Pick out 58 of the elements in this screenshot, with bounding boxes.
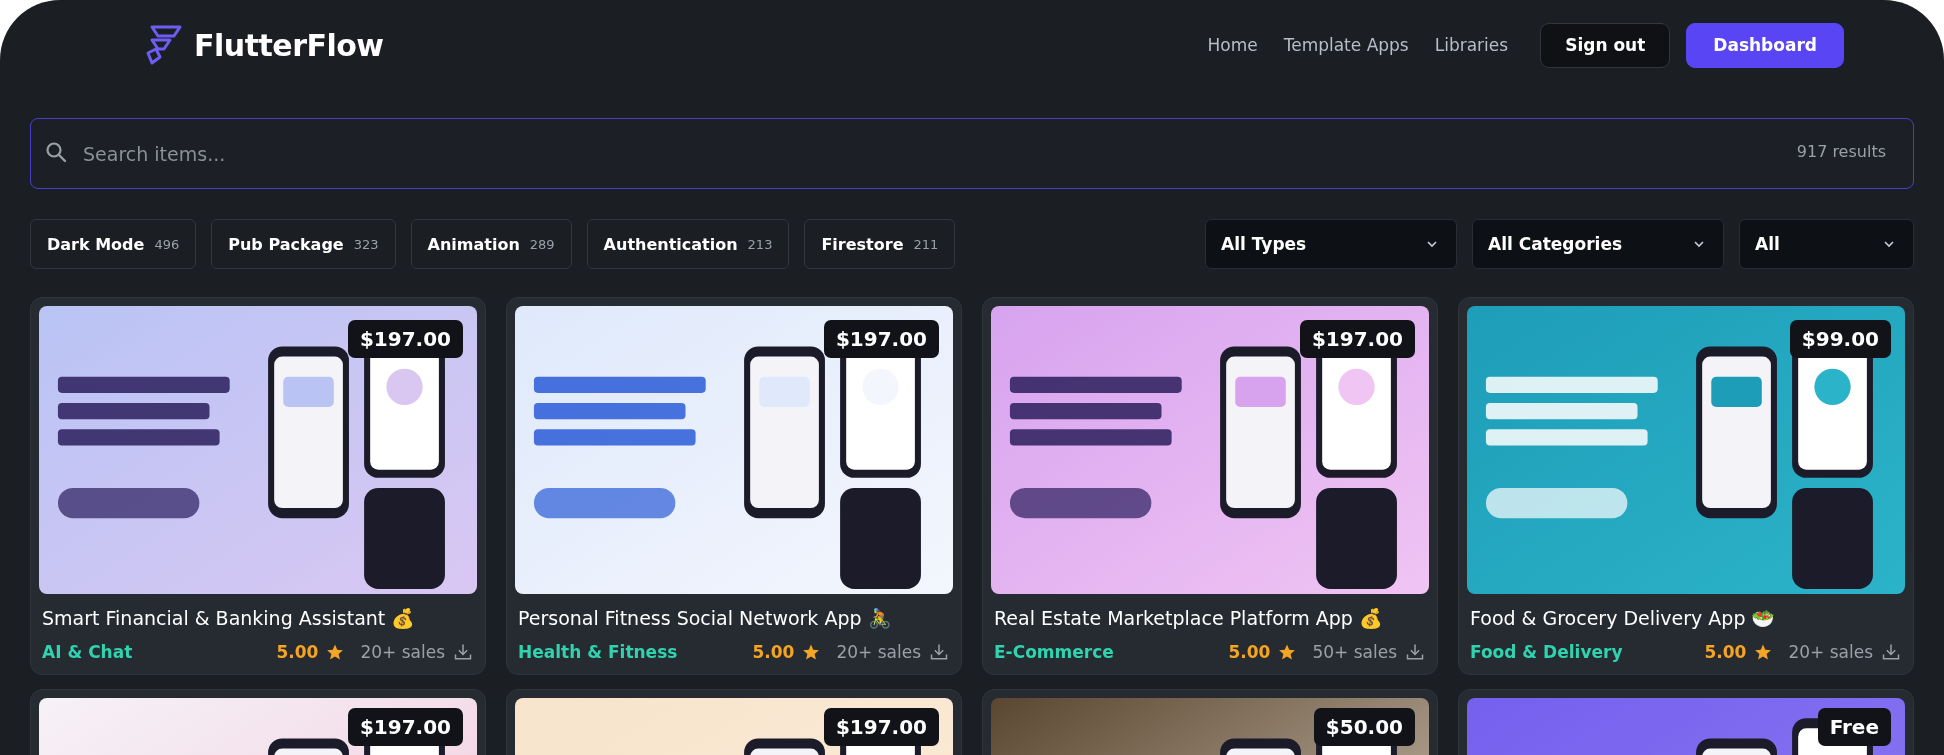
- rating-value: 5.00: [276, 642, 319, 662]
- filter-dropdown[interactable]: All Categories: [1472, 219, 1724, 269]
- price-badge: $197.00: [823, 708, 939, 746]
- category-link[interactable]: Food & Delivery: [1470, 642, 1697, 662]
- download-icon: [1881, 642, 1901, 662]
- star-icon: [1278, 643, 1297, 661]
- template-card[interactable]: $99.00 Food & Grocery Delivery App 🥗 Food & Delivery 5.00 20+ sales: [1458, 297, 1914, 675]
- tag-chip[interactable]: Pub Package 323: [211, 219, 396, 269]
- filter-dropdown[interactable]: All Types: [1205, 219, 1457, 269]
- tag-chip[interactable]: Firestore 211: [804, 219, 956, 269]
- category-link[interactable]: AI & Chat: [42, 642, 269, 662]
- tag-chip[interactable]: Animation 289: [410, 219, 572, 269]
- category-link[interactable]: Health & Fitness: [518, 642, 745, 662]
- chevron-down-icon: [1883, 240, 1895, 248]
- template-card[interactable]: $197.00 Personal Fitness Social Network App 🚴 Health & Fitness 5.00 20+ sales: [506, 297, 962, 675]
- template-card[interactable]: Free: [1458, 689, 1914, 755]
- sign-out-button[interactable]: Sign out: [1540, 22, 1671, 68]
- template-card[interactable]: $197.00 Smart Financial & Banking Assistant 💰 AI & Chat 5.00 20+ sales: [30, 297, 486, 675]
- star-icon: [802, 643, 821, 661]
- card-title: Personal Fitness Social Network App 🚴: [518, 607, 893, 630]
- price-badge: $197.00: [347, 320, 463, 358]
- dashboard-button[interactable]: Dashboard: [1686, 22, 1844, 68]
- card-title: Smart Financial & Banking Assistant 💰: [42, 607, 417, 630]
- category-link[interactable]: E-Commerce: [994, 642, 1221, 662]
- price-badge: $197.00: [347, 708, 463, 746]
- sales-count: 50+ sales: [1312, 642, 1397, 662]
- filter-dropdown[interactable]: All: [1739, 219, 1914, 269]
- price-badge: Free: [1817, 708, 1891, 746]
- chevron-down-icon: [1426, 240, 1438, 248]
- download-icon: [929, 642, 949, 662]
- star-icon: [1754, 643, 1773, 661]
- nav-link[interactable]: Template Apps: [1283, 35, 1409, 55]
- star-icon: [326, 643, 345, 661]
- price-badge: $197.00: [823, 320, 939, 358]
- card-title: Food & Grocery Delivery App 🥗: [1470, 607, 1777, 630]
- sales-count: 20+ sales: [836, 642, 921, 662]
- nav-link[interactable]: Home: [1207, 35, 1258, 55]
- template-card[interactable]: $50.00: [982, 689, 1438, 755]
- template-card[interactable]: $197.00 Real Estate Marketplace Platform App 💰 E-Commerce 5.00 50+ sales: [982, 297, 1438, 675]
- price-badge: $99.00: [1789, 320, 1891, 358]
- card-title: Real Estate Marketplace Platform App 💰: [994, 607, 1384, 630]
- template-card[interactable]: $197.00: [506, 689, 962, 755]
- brand-name[interactable]: FlutterFlow: [194, 27, 384, 63]
- results-count: 917 results: [1796, 142, 1886, 161]
- template-card[interactable]: $197.00: [30, 689, 486, 755]
- download-icon: [453, 642, 473, 662]
- download-icon: [1405, 642, 1425, 662]
- nav-link[interactable]: Libraries: [1434, 35, 1509, 55]
- tag-chip[interactable]: Authentication 213: [586, 219, 790, 269]
- tag-chip[interactable]: Dark Mode 496: [30, 219, 197, 269]
- price-badge: $50.00: [1313, 708, 1415, 746]
- rating-value: 5.00: [1228, 642, 1271, 662]
- rating-value: 5.00: [752, 642, 795, 662]
- sales-count: 20+ sales: [360, 642, 445, 662]
- sales-count: 20+ sales: [1788, 642, 1873, 662]
- rating-value: 5.00: [1704, 642, 1747, 662]
- chevron-down-icon: [1693, 240, 1705, 248]
- price-badge: $197.00: [1299, 320, 1415, 358]
